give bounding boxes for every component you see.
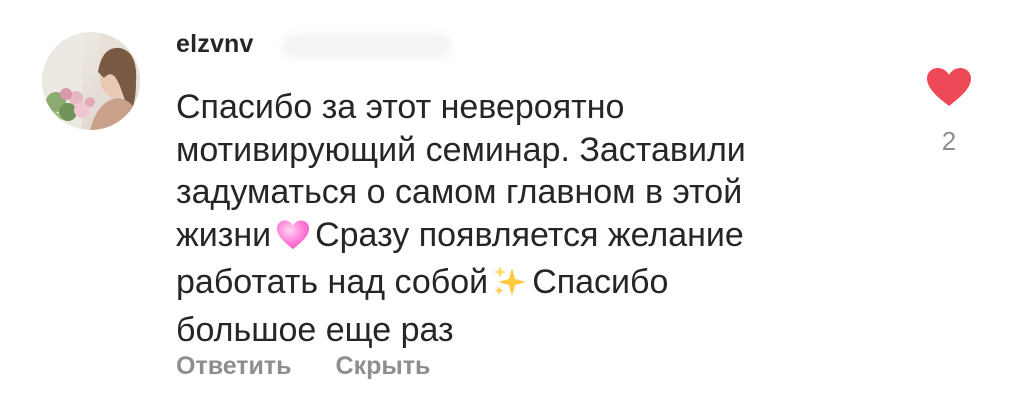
comment-text-fragment: жизни	[176, 215, 272, 254]
comment: elzvnv Спасибо за этот невероятно мотиви…	[0, 0, 1024, 410]
like-button[interactable]	[924, 66, 974, 106]
comment-line: большое еще раз	[176, 310, 454, 349]
avatar-photo	[42, 32, 140, 130]
comment-text: Спасибо за этот невероятно мотивирующий …	[176, 86, 896, 351]
comment-line: Спасибо за этот невероятно	[176, 88, 625, 126]
comment-text-fragment: работать над собой	[176, 263, 489, 301]
comment-line: мотивирующий семинар. Заставили	[176, 130, 746, 169]
reply-button[interactable]: Ответить	[176, 352, 292, 381]
hide-button[interactable]: Скрыть	[336, 352, 431, 381]
like-count: 2	[941, 126, 957, 156]
comment-text-fragment: Спасибо	[532, 263, 669, 301]
comment-line: работать над собой Спасибо	[176, 261, 896, 309]
comment-line: задуматься о самом главном в этой	[176, 173, 743, 211]
comment-actions: Ответить Скрыть	[176, 352, 430, 381]
sparkles-emoji-icon	[492, 264, 528, 309]
pink-heart-emoji-icon	[275, 219, 311, 262]
avatar[interactable]	[42, 32, 140, 130]
heart-icon	[927, 68, 971, 106]
comment-line: жизни Сразу появляется желание	[176, 214, 896, 262]
comment-text-fragment: Сразу появляется желание	[315, 215, 744, 254]
comment-username[interactable]: elzvnv	[176, 30, 254, 59]
blurred-username-suffix	[282, 34, 452, 58]
